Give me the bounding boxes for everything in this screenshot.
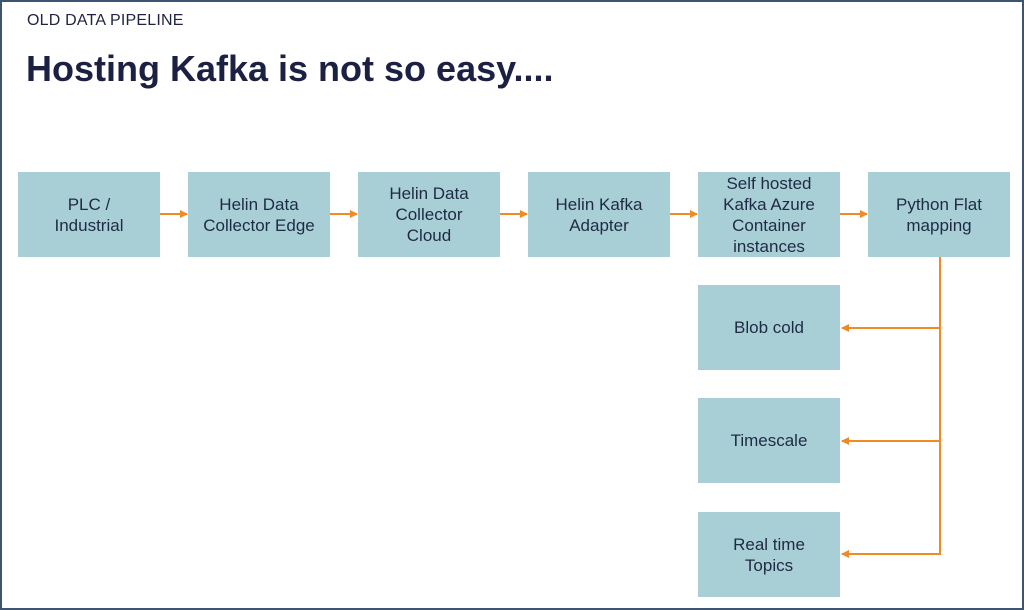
connector-layer [160, 210, 941, 558]
